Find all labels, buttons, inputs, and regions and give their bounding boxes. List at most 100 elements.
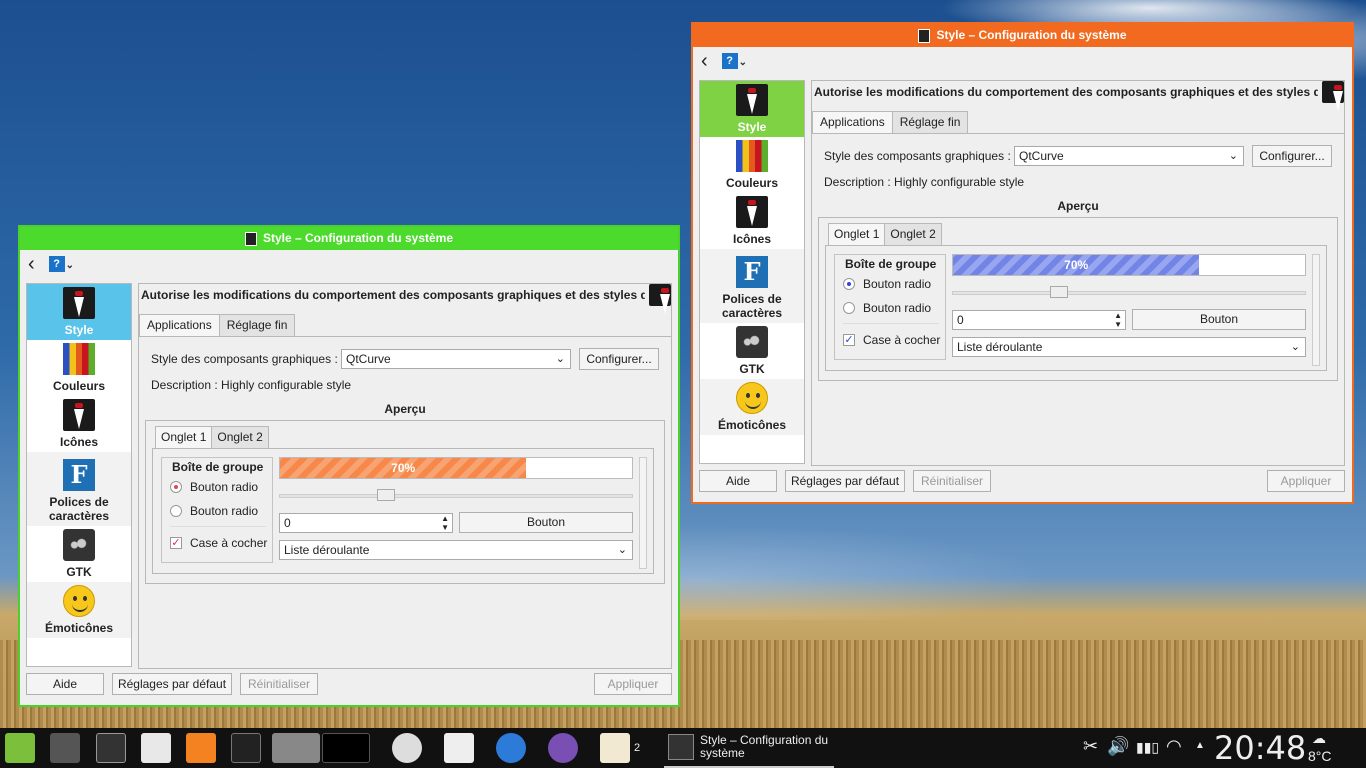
chevron-down-icon: ⌄ [555,353,565,365]
sidebar-item-icons[interactable]: Icônes [700,193,804,249]
preview-tab-2[interactable]: Onglet 2 [884,223,942,245]
window-icon[interactable] [96,733,126,763]
preview-tab-bar: Onglet 1 Onglet 2 [155,426,269,448]
apply-button[interactable]: Appliquer [1267,470,1345,492]
preview-combo-value: Liste déroulante [284,543,370,557]
defaults-button[interactable]: Réglages par défaut [785,470,905,492]
tray-arrow-icon[interactable]: ▲ [1195,740,1205,751]
sidebar-item-colors[interactable]: Couleurs [27,340,131,396]
slider[interactable] [279,489,633,501]
help-menu-button[interactable]: ? [48,256,74,274]
scrollbar[interactable] [639,457,647,569]
rss-icon[interactable] [186,733,216,763]
checkbox[interactable]: ✓ Case à cocher [843,333,940,347]
sidebar-item-gtk[interactable]: GTK [700,323,804,379]
sidebar-item-gtk[interactable]: GTK [27,526,131,582]
tab-fine-tuning[interactable]: Réglage fin [891,111,969,133]
slider-handle[interactable] [376,489,395,501]
tab-fine-tuning[interactable]: Réglage fin [218,314,296,336]
preview-tab-1[interactable]: Onglet 1 [155,426,213,448]
chevron-down-icon: ⌄ [1228,150,1238,162]
configure-button[interactable]: Configurer... [579,348,659,370]
disk-icon[interactable] [392,733,422,763]
back-arrow-icon[interactable]: ‹ [28,254,35,274]
preview-tab-1[interactable]: Onglet 1 [828,223,886,245]
preview-combo[interactable]: Liste déroulante ⌄ [279,540,633,560]
window-titlebar[interactable]: Style – Configuration du système [693,24,1352,47]
weather-icon: ☁ [1312,730,1326,746]
radio-button-1[interactable]: Bouton radio [170,480,258,494]
preview-button[interactable]: Bouton [459,512,633,533]
sidebar-item-style[interactable]: Style [700,81,804,137]
slider[interactable] [952,286,1306,298]
preview-button[interactable]: Bouton [1132,309,1306,330]
app-icon [244,231,257,246]
sidebar-item-fonts[interactable]: F Polices de caractères [27,452,131,526]
clock[interactable]: 20:48 [1214,729,1306,767]
pager-icon[interactable] [272,733,320,763]
preview-title: Aperçu [384,402,426,416]
sidebar-item-emoticons[interactable]: Émoticônes [700,379,804,435]
widget-style-combo[interactable]: QtCurve ⌄ [341,349,571,369]
toolbar: ‹ ? [693,47,1352,75]
sidebar-item-fonts[interactable]: F Polices de caractères [700,249,804,323]
scissors-icon[interactable]: ✂ [1083,736,1098,757]
sidebar-item-emoticons[interactable]: Émoticônes [27,582,131,638]
pager-icon[interactable] [322,733,370,763]
radio-button-2[interactable]: Bouton radio [170,504,258,518]
fonts-icon: F [736,256,768,288]
account-icon[interactable] [548,733,578,763]
sidebar-item-label: Icônes [59,435,98,449]
back-arrow-icon[interactable]: ‹ [701,51,708,71]
text-editor-icon[interactable] [141,733,171,763]
help-button[interactable]: Aide [26,673,104,695]
system-settings-window-green[interactable]: Style – Configuration du système ‹ ? Sty… [18,225,680,707]
mint-menu-icon[interactable] [5,733,35,763]
slider-handle[interactable] [1049,286,1068,298]
volume-icon[interactable]: 🔊 [1107,736,1129,757]
sidebar-item-icons[interactable]: Icônes [27,396,131,452]
sidebar-item-label: GTK [739,362,765,376]
module-content: Autorise les modifications du comporteme… [138,283,672,669]
reset-button[interactable]: Réinitialiser [913,470,991,492]
defaults-button[interactable]: Réglages par défaut [112,673,232,695]
help-button[interactable]: Aide [699,470,777,492]
wifi-icon[interactable]: ◠ [1166,736,1182,757]
preview-combo[interactable]: Liste déroulante ⌄ [952,337,1306,357]
spinbox[interactable]: 0 ▲ ▼ [279,513,453,533]
sidebar-item-style[interactable]: Style [27,284,131,340]
configure-button[interactable]: Configurer... [1252,145,1332,167]
window-titlebar[interactable]: Style – Configuration du système [20,227,678,250]
checkbox[interactable]: ✓ Case à cocher [170,536,267,550]
spin-arrows-icon[interactable]: ▲ ▼ [1114,311,1122,329]
colors-icon [736,140,768,172]
radio-button-1[interactable]: Bouton radio [843,277,931,291]
notes-icon[interactable] [600,733,630,763]
tab-applications[interactable]: Applications [139,314,220,337]
battery-icon[interactable]: ▮▮▯ [1136,739,1159,756]
divider [843,323,939,324]
tab-applications[interactable]: Applications [812,111,893,134]
reset-button[interactable]: Réinitialiser [240,673,318,695]
spinbox[interactable]: 0 ▲ ▼ [952,310,1126,330]
preview-tab-2[interactable]: Onglet 2 [211,426,269,448]
applications-page: Style des composants graphiques : QtCurv… [812,133,1344,465]
sidebar-item-label: Émoticônes [717,418,786,432]
applications-page: Style des composants graphiques : QtCurv… [139,336,671,668]
apply-button[interactable]: Appliquer [594,673,672,695]
help-menu-button[interactable]: ? [721,53,747,71]
workspace-icon[interactable] [231,733,261,763]
task-label: Style – Configuration du système [700,733,829,760]
radio-indicator [170,505,182,517]
radio-button-2[interactable]: Bouton radio [843,301,931,315]
camera-icon[interactable] [444,733,474,763]
style-icon [649,284,671,306]
spin-arrows-icon[interactable]: ▲ ▼ [441,514,449,532]
taskbar-task-system-settings[interactable]: Style – Configuration du système [664,728,834,768]
browser-icon[interactable] [496,733,526,763]
widget-style-combo[interactable]: QtCurve ⌄ [1014,146,1244,166]
system-settings-window-orange[interactable]: Style – Configuration du système ‹ ? Sty… [691,22,1354,504]
file-manager-icon[interactable] [50,733,80,763]
sidebar-item-colors[interactable]: Couleurs [700,137,804,193]
scrollbar[interactable] [1312,254,1320,366]
